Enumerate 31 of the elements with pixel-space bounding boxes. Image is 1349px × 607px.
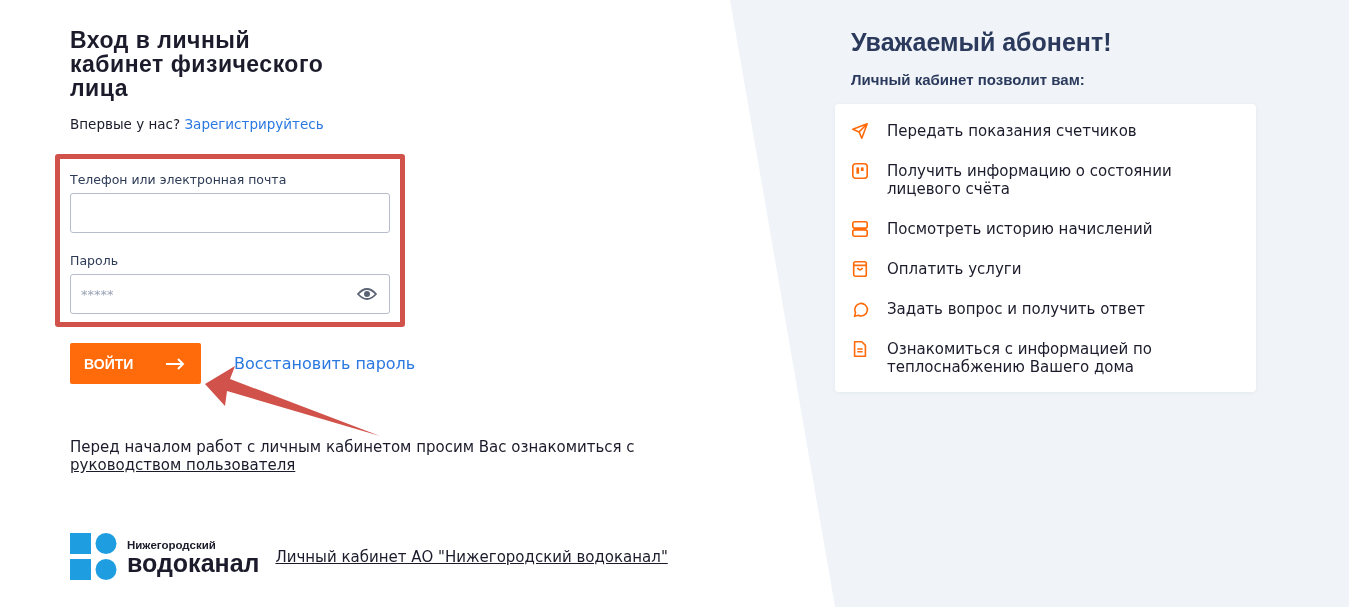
board-icon — [851, 162, 869, 180]
restore-password-link[interactable]: Восстановить пароль — [234, 354, 416, 373]
logo-text: Нижегородский — [127, 538, 217, 551]
user-guide-link[interactable]: руководством пользователя — [70, 456, 296, 474]
benefit-text: Получить информацию о состоянии лицевого счёта — [887, 162, 1173, 198]
benefit-text: Оплатить услуги — [887, 260, 1022, 278]
benefit-text: Ознакомиться с информацией по теплоснабжению Вашего дома — [887, 340, 1153, 376]
login-field[interactable] — [70, 193, 390, 233]
bag-icon — [851, 260, 869, 278]
send-icon — [851, 122, 869, 140]
field-label: Пароль — [70, 253, 119, 268]
logo-icon — [70, 533, 117, 580]
benefit-text: Задать вопрос и получить ответ — [887, 300, 1145, 318]
benefit-text: Посмотреть историю начислений — [887, 220, 1153, 238]
password-field[interactable]: ***** — [70, 274, 390, 314]
login-button[interactable]: ВОЙТИ — [70, 343, 201, 384]
document-icon — [851, 340, 869, 358]
server-icon — [851, 220, 869, 238]
register-prompt: Впервые у нас? — [70, 116, 181, 132]
arrow-icon — [165, 357, 185, 370]
register-link[interactable]: Зарегистрируйтесь — [184, 116, 324, 132]
logo-text: водоканал — [127, 550, 260, 575]
notice-text: Перед началом работ с личным кабинетом просим Вас ознакомиться с руководством пользователя — [70, 438, 636, 474]
eye-icon[interactable] — [357, 287, 377, 301]
benefit-text: Передать показания счетчиков — [887, 122, 1137, 140]
benefits-subtitle: Личный кабинет позволит вам: — [851, 71, 1086, 88]
page-title: Вход в личный кабинет физического лица — [70, 28, 325, 100]
field-label: Телефон или электронная почта — [70, 172, 288, 187]
footer-link[interactable]: Личный кабинет АО "Нижегородский водоканал" — [275, 547, 668, 566]
greeting-title: Уважаемый абонент! — [851, 28, 1113, 57]
chat-icon — [851, 300, 869, 318]
